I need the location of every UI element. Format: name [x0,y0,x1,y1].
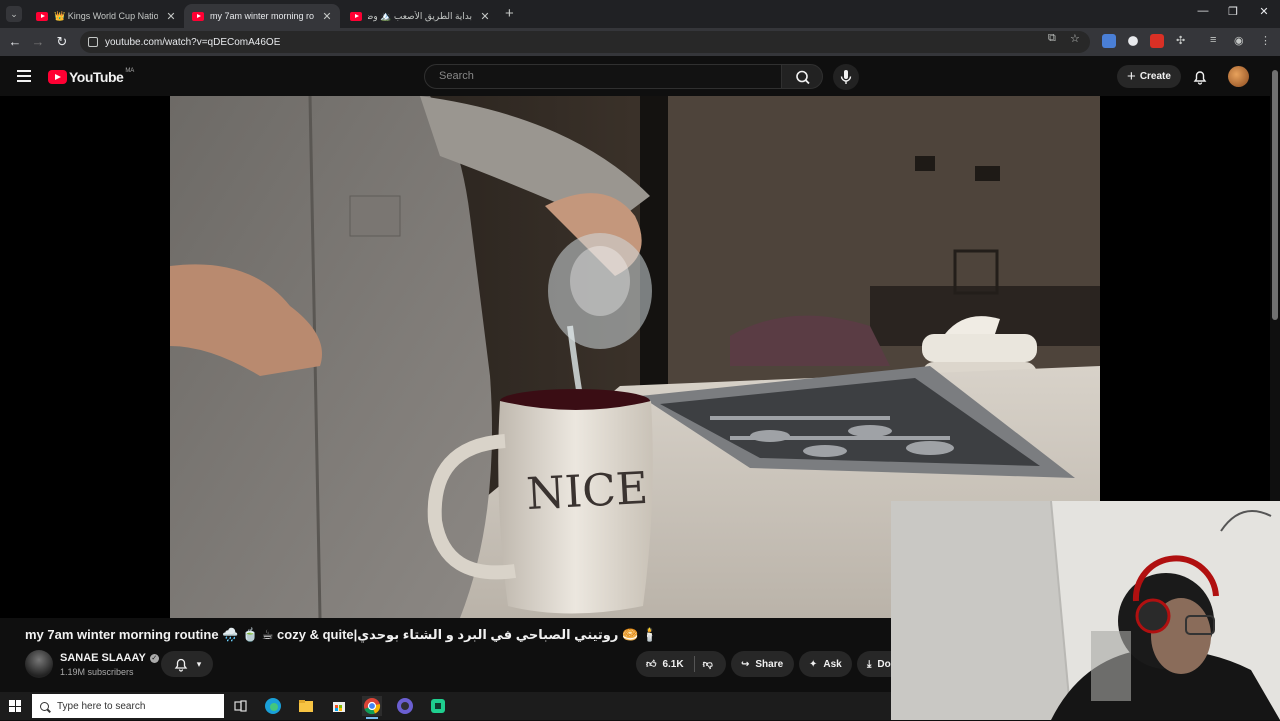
notifications-icon[interactable] [1191,68,1209,86]
share-label: Share [755,658,784,670]
logo-text: YouTube [69,69,124,85]
extensions-puzzle-icon[interactable]: ✣ [1176,34,1185,47]
video-title: my 7am winter morning routine 🌧️ 🍵 ☕ coz… [25,627,658,642]
browser-toolbar: ← → ↻ youtube.com/watch?v=qDEComA46OE ⧉ … [0,28,1280,56]
new-tab-icon[interactable]: + [505,5,514,22]
mug-text: NICE [525,463,649,520]
youtube-favicon-icon [36,11,48,21]
forward-icon[interactable]: → [29,33,47,51]
tab-title: my 7am winter morning routine [210,11,314,21]
close-tab-icon[interactable]: ✕ [164,10,178,23]
ask-button[interactable]: ✦ Ask [799,651,852,677]
download-icon: ⤓ [867,658,872,670]
back-icon[interactable]: ← [6,33,24,51]
create-button[interactable]: + Create [1117,65,1181,88]
profile-icon[interactable]: ◉ [1234,34,1244,47]
subscriber-count: 1.19M subscribers [60,667,134,677]
microsoft-store-icon[interactable] [329,696,349,716]
reading-list-icon[interactable]: ≡ [1210,34,1216,46]
ask-label: Ask [823,658,842,670]
extension-icon[interactable] [1128,36,1138,46]
obs-studio-icon[interactable] [395,696,415,716]
search-icon [796,70,810,85]
create-label: Create [1139,71,1171,82]
extension-icon[interactable] [1150,34,1164,48]
search-icon [40,701,49,711]
channel-avatar[interactable] [25,650,53,678]
minimize-icon[interactable]: — [1188,5,1218,17]
chrome-taskbar-icon[interactable] [362,696,382,719]
tab-search-button[interactable]: ⌄ [6,6,22,22]
close-tab-icon[interactable]: ✕ [320,10,334,23]
translate-extension-icon[interactable] [1102,34,1116,48]
cast-icon[interactable]: ⧉ [1048,32,1056,45]
thumbs-down-icon: 👎︎ [702,659,713,670]
chevron-down-icon: ▾ [196,658,202,669]
search-button[interactable] [781,64,823,89]
windows-taskbar: Type here to search [0,692,891,720]
like-dislike-group: 👍︎ 6.1K 👎︎ [636,651,726,677]
webcam-image [891,501,1280,720]
scrollbar-thumb[interactable] [1272,70,1278,320]
country-code: MA [125,68,135,74]
thumbs-up-icon: 👍︎ [646,659,657,670]
browser-tab[interactable]: 👑 Kings World Cup Nations 20 ✕ [28,4,184,28]
close-tab-icon[interactable]: ✕ [478,10,492,23]
channel-name-row[interactable]: SANAE SLAAAY ✓ [60,652,159,664]
site-info-icon[interactable] [88,37,98,47]
download-label: Do [877,658,891,670]
tab-title: بداية الطريق الأصعب 🏔️ وضياع [368,10,472,21]
chrome-menu-icon[interactable]: ⋮ [1260,34,1271,47]
search-input[interactable]: Search [424,64,782,89]
verified-badge-icon: ✓ [149,653,159,663]
subscription-notifications-button[interactable]: ▾ [161,651,213,677]
taskbar-search-box[interactable]: Type here to search [32,694,224,718]
guide-menu-icon[interactable] [17,70,31,82]
url-text: youtube.com/watch?v=qDEComA46OE [105,36,281,48]
like-count: 6.1K [662,658,684,670]
restore-icon[interactable]: ❐ [1218,5,1248,18]
edge-browser-icon[interactable] [263,696,283,716]
browser-tab-strip: ⌄ 👑 Kings World Cup Nations 20 ✕ my 7am … [0,0,1280,28]
address-bar[interactable]: youtube.com/watch?v=qDEComA46OE [80,31,1090,53]
file-explorer-icon[interactable] [296,696,316,716]
voice-search-button[interactable] [833,64,859,90]
youtube-play-icon [48,70,67,84]
like-button[interactable]: 👍︎ 6.1K [636,651,694,677]
taskbar-search-placeholder: Type here to search [57,700,146,712]
youtube-masthead: YouTube MA Search + Create [0,56,1270,96]
browser-tab-active[interactable]: my 7am winter morning routine ✕ [184,4,340,28]
task-view-icon[interactable] [230,696,250,716]
webcam-overlay [891,501,1280,720]
share-button[interactable]: ↪ Share [731,651,794,677]
windows-start-icon[interactable] [9,700,21,712]
youtube-favicon-icon [192,11,204,21]
account-avatar[interactable] [1228,66,1249,87]
channel-name[interactable]: SANAE SLAAAY [60,652,146,664]
dislike-button[interactable]: 👎︎ [695,651,721,677]
close-window-icon[interactable]: ✕ [1249,5,1279,18]
youtube-logo[interactable]: YouTube MA [48,68,135,85]
microphone-icon [840,70,852,84]
app-icon[interactable] [428,696,448,716]
browser-tab[interactable]: بداية الطريق الأصعب 🏔️ وضياع ✕ [342,4,498,28]
bell-icon [174,658,188,672]
reload-icon[interactable]: ↻ [53,33,71,51]
youtube-favicon-icon [350,11,362,21]
sparkle-icon: ✦ [809,658,818,670]
plus-icon: + [1127,68,1136,85]
tab-title: 👑 Kings World Cup Nations 20 [54,10,158,21]
bookmark-star-icon[interactable]: ☆ [1070,32,1080,45]
share-arrow-icon: ↪ [741,658,750,670]
